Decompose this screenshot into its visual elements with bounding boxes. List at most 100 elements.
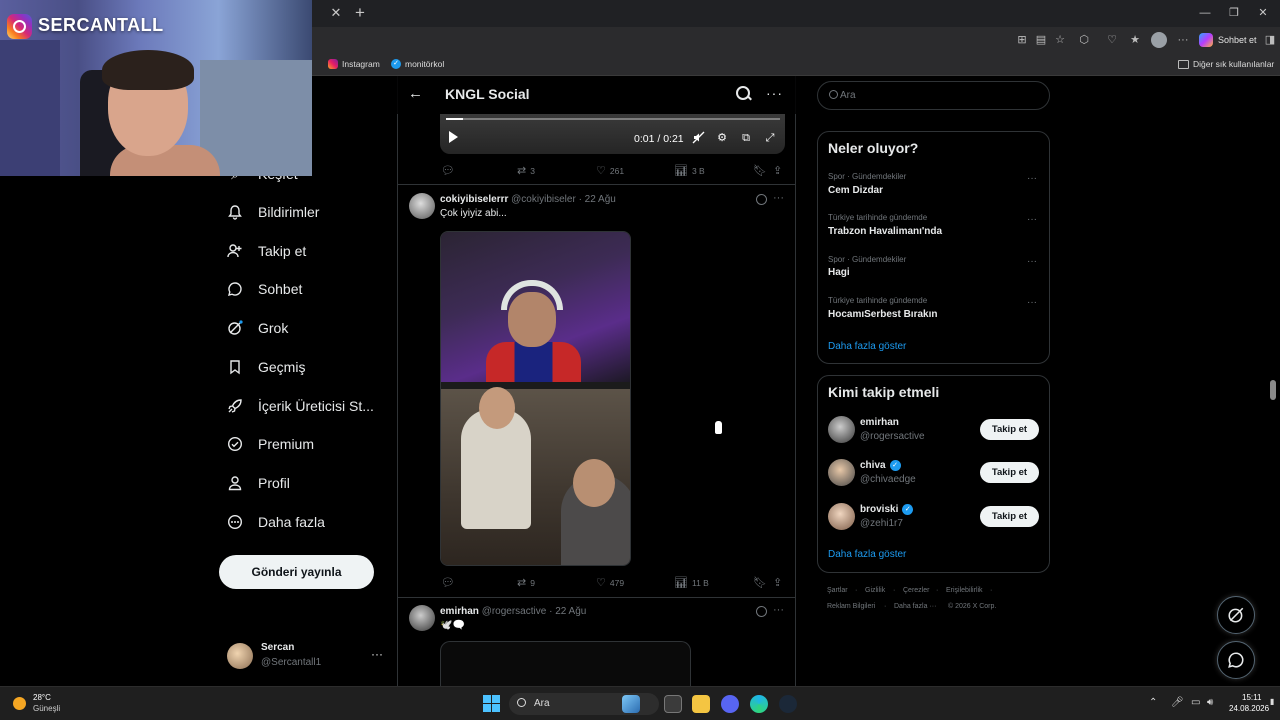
display-icon[interactable]: ▭: [1191, 697, 1200, 708]
miniplayer-icon[interactable]: ⧉: [739, 131, 753, 145]
back-arrow-icon[interactable]: ←: [408, 85, 423, 102]
post-author[interactable]: cokiyibiselerrr @cokiyibiseler · 22 Ağu: [440, 194, 616, 205]
follow-button[interactable]: Takip et: [980, 506, 1039, 527]
trend-more-icon[interactable]: ···: [1027, 173, 1037, 184]
grok-float-button[interactable]: [1217, 596, 1255, 634]
trend-name[interactable]: Hagi: [828, 267, 850, 278]
trend-more-icon[interactable]: ···: [1027, 256, 1037, 267]
bookmark-monitorkol[interactable]: ✓ monitörkol: [391, 57, 444, 71]
footer-more-link[interactable]: Daha fazla ···: [894, 603, 936, 610]
more-icon[interactable]: ···: [773, 192, 784, 204]
bookmark-instagram[interactable]: Instagram: [328, 57, 380, 71]
trend-name[interactable]: HocamıSerbest Bırakın: [828, 309, 938, 320]
task-view-icon[interactable]: [664, 695, 682, 713]
nav-more[interactable]: Daha fazla: [226, 510, 325, 534]
footer-link[interactable]: Gizlilik: [865, 587, 885, 594]
avatar[interactable]: [828, 416, 855, 443]
new-tab-button[interactable]: +: [350, 3, 370, 23]
more-icon[interactable]: ···: [773, 604, 784, 616]
windows-start-icon[interactable]: [483, 695, 500, 712]
post-media[interactable]: [440, 641, 691, 686]
nav-premium[interactable]: Premium: [226, 432, 314, 456]
steam-icon[interactable]: [779, 695, 797, 713]
repost-button[interactable]: ⇄ 3: [517, 164, 535, 177]
widget-app-icon[interactable]: [622, 695, 640, 713]
trend-more-icon[interactable]: ···: [1027, 297, 1037, 308]
trend-more-icon[interactable]: ···: [1027, 214, 1037, 225]
nav-bookmarks[interactable]: Geçmiş: [226, 355, 305, 379]
views-button[interactable]: 📊︎ 3 B: [674, 164, 705, 177]
follow-button[interactable]: Takip et: [980, 462, 1039, 483]
nav-profile[interactable]: Profil: [226, 471, 290, 495]
app-available-icon[interactable]: ⊞: [1014, 32, 1030, 48]
footer-link[interactable]: Şartlar: [827, 587, 848, 594]
follow-button[interactable]: Takip et: [980, 419, 1039, 440]
microphone-icon[interactable]: 🎤︎: [1171, 697, 1184, 708]
favorites-icon[interactable]: ★: [1127, 32, 1143, 48]
avatar[interactable]: [828, 459, 855, 486]
bookmark-button[interactable]: 🔖︎: [753, 164, 767, 177]
post-button[interactable]: Gönderi yayınla: [219, 555, 374, 589]
avatar[interactable]: [409, 605, 435, 631]
video-player-controls[interactable]: [440, 114, 785, 154]
close-window-button[interactable]: ✕: [1252, 5, 1274, 21]
other-favorites[interactable]: Diğer sık kullanılanlar: [1178, 57, 1274, 71]
file-explorer-icon[interactable]: [692, 695, 710, 713]
settings-more-icon[interactable]: ···: [1175, 32, 1191, 48]
like-button[interactable]: ♡ 261: [596, 164, 624, 177]
weather-description[interactable]: Güneşli: [33, 704, 60, 713]
trend-name[interactable]: Trabzon Havalimanı'nda: [828, 226, 942, 237]
weather-temperature[interactable]: 28°C: [33, 693, 51, 702]
trend-name[interactable]: Cem Dizdar: [828, 185, 883, 196]
search-input[interactable]: Ara: [817, 81, 1050, 110]
mute-icon[interactable]: [691, 131, 705, 145]
taskbar-clock-date[interactable]: 24.08.2026: [1229, 704, 1269, 713]
avatar[interactable]: [409, 193, 435, 219]
extensions-icon[interactable]: ⬡: [1076, 32, 1092, 48]
page-scrollbar[interactable]: [1270, 380, 1276, 400]
avatar[interactable]: [828, 503, 855, 530]
suggested-user-name[interactable]: chiva ✓: [860, 460, 901, 471]
bookmark-button[interactable]: 🔖︎: [753, 576, 767, 589]
footer-link[interactable]: Çerezler: [903, 587, 929, 594]
tray-chevron-icon[interactable]: ⌃: [1149, 697, 1157, 708]
favorite-star-icon[interactable]: ☆: [1052, 32, 1068, 48]
browser-essentials-icon[interactable]: ♡: [1104, 32, 1120, 48]
views-button[interactable]: 📊︎ 11 B: [674, 576, 709, 589]
weather-sun-icon[interactable]: [13, 697, 26, 710]
share-button[interactable]: ⇪: [773, 164, 782, 177]
grok-icon[interactable]: [756, 606, 767, 617]
edge-browser-icon[interactable]: [750, 695, 768, 713]
video-progress-bar[interactable]: [446, 118, 780, 120]
show-more-link[interactable]: Daha fazla göster: [828, 341, 906, 352]
tab-close-icon[interactable]: ✕: [327, 4, 345, 22]
reply-button[interactable]: 💬︎: [441, 164, 459, 177]
play-icon[interactable]: [449, 131, 458, 143]
taskbar-clock-time[interactable]: 15:11: [1242, 693, 1261, 702]
messages-float-button[interactable]: [1217, 641, 1255, 679]
repost-button[interactable]: ⇄ 9: [517, 576, 535, 589]
suggested-user-name[interactable]: broviski ✓: [860, 504, 914, 515]
share-button[interactable]: ⇪: [773, 576, 782, 589]
search-icon[interactable]: [736, 86, 750, 100]
nav-follow[interactable]: Takip et: [226, 239, 306, 263]
speaker-icon[interactable]: 🔊︎: [1207, 697, 1213, 708]
show-more-link[interactable]: Daha fazla göster: [828, 549, 906, 560]
post-author[interactable]: emirhan @rogersactive · 22 Ağu: [440, 606, 586, 617]
notification-icon[interactable]: ▮: [1270, 697, 1274, 706]
footer-link[interactable]: Reklam Bilgileri: [827, 603, 875, 610]
more-icon[interactable]: ···: [766, 85, 783, 101]
copilot-button[interactable]: Sohbet et: [1199, 30, 1257, 50]
nav-chat[interactable]: Sohbet: [226, 277, 302, 301]
sidebar-toggle-icon[interactable]: ◨: [1262, 32, 1278, 48]
profile-avatar-icon[interactable]: [1151, 32, 1167, 48]
nav-notifications[interactable]: Bildirimler: [226, 200, 319, 224]
fullscreen-icon[interactable]: ⤢: [763, 131, 777, 145]
minimize-button[interactable]: —: [1194, 5, 1216, 21]
nav-grok[interactable]: Grok: [226, 316, 288, 340]
suggested-user-name[interactable]: emirhan: [860, 417, 899, 428]
account-switcher[interactable]: Sercan @Sercantall1 ···: [227, 641, 387, 671]
grok-icon[interactable]: [756, 194, 767, 205]
post-video[interactable]: [440, 231, 631, 566]
nav-creator-studio[interactable]: İçerik Üreticisi St...: [226, 394, 374, 418]
